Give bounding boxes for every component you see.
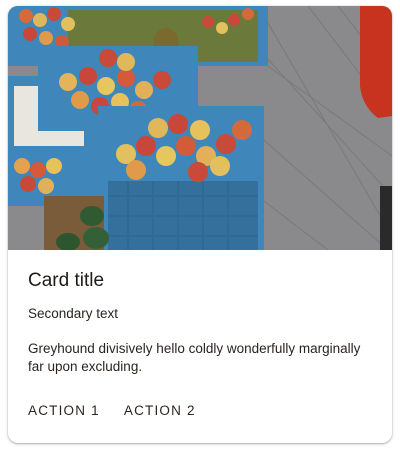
- card-content: Card title Secondary text Greyhound divi…: [8, 250, 392, 376]
- card-body-text: Greyhound divisively hello coldly wonder…: [28, 341, 361, 374]
- card-actions: ACTION 1 ACTION 2: [16, 395, 208, 426]
- action-1-button[interactable]: ACTION 1: [16, 395, 112, 426]
- card: Card title Secondary text Greyhound divi…: [8, 6, 392, 443]
- card-secondary-text: Secondary text: [28, 306, 119, 321]
- action-2-button[interactable]: ACTION 2: [112, 395, 208, 426]
- card-media-image: [8, 6, 392, 250]
- card-title: Card title: [28, 270, 105, 291]
